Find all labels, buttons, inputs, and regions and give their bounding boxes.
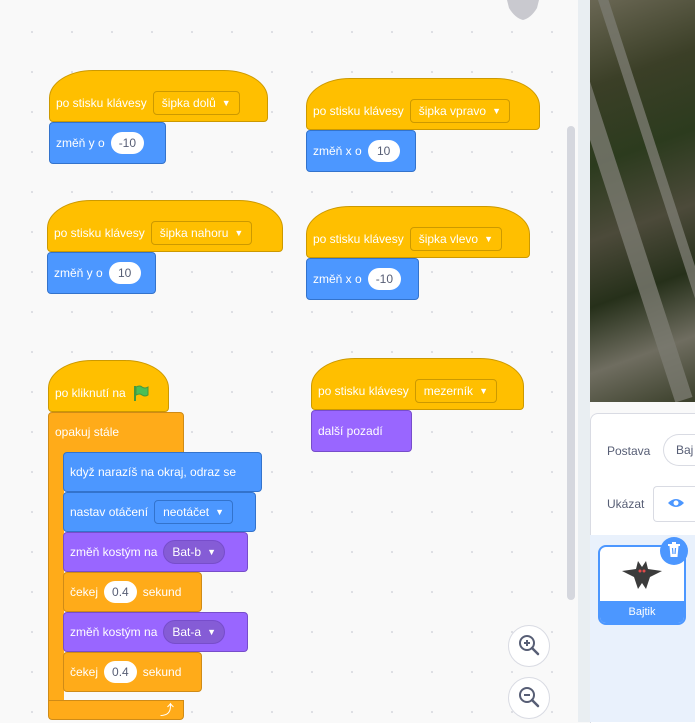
value-input[interactable]: 0.4 — [104, 581, 137, 603]
forever-label: opakuj stále — [55, 425, 120, 439]
key-dropdown-value: šipka nahoru — [159, 226, 229, 240]
hat-label: po stisku klávesy — [313, 232, 404, 246]
costume-dropdown-value: Bat-a — [172, 625, 202, 639]
event-hat-key-right[interactable]: po stisku klávesy šipka vpravo ▼ — [306, 78, 540, 130]
event-hat-green-flag[interactable]: po kliknutí na — [48, 360, 169, 412]
hat-label: po stisku klávesy — [56, 96, 147, 110]
block-label: změň x o — [313, 272, 362, 286]
event-hat-key-down[interactable]: po stisku klávesy šipka dolů ▼ — [49, 70, 268, 122]
key-dropdown-value: šipka vpravo — [418, 104, 487, 118]
sprite-name: Bajtik — [628, 606, 656, 618]
event-hat-key-up[interactable]: po stisku klávesy šipka nahoru ▼ — [47, 200, 283, 252]
value-input[interactable]: -10 — [110, 132, 145, 154]
block-label: čekej — [70, 665, 99, 679]
show-label: Ukázat — [607, 497, 645, 511]
key-dropdown[interactable]: šipka dolů ▼ — [152, 91, 240, 115]
sprite-name-value: Baj — [676, 443, 694, 457]
chevron-down-icon: ▼ — [484, 234, 493, 244]
switch-costume-block[interactable]: změň kostým na Bat-b ▼ — [63, 532, 248, 572]
block-label: nastav otáčení — [70, 505, 149, 519]
delete-sprite-button[interactable] — [660, 537, 688, 565]
switch-costume-block[interactable]: změň kostým na Bat-a ▼ — [63, 612, 248, 652]
value-input[interactable]: 10 — [367, 140, 400, 162]
chevron-down-icon: ▼ — [207, 627, 216, 637]
change-y-block[interactable]: změň y o -10 — [49, 122, 166, 164]
sprite-list: Bajtik — [590, 535, 695, 722]
wait-block[interactable]: čekej 0.4 sekund — [63, 572, 202, 612]
key-dropdown[interactable]: šipka vpravo ▼ — [409, 99, 510, 123]
green-flag-icon — [132, 384, 150, 402]
key-dropdown-value: šipka dolů — [161, 96, 216, 110]
chevron-down-icon: ▼ — [215, 507, 225, 517]
code-workspace[interactable]: po stisku klávesy šipka dolů ▼ změň y o -… — [0, 0, 580, 722]
event-hat-key-space[interactable]: po stisku klávesy mezerník ▼ — [311, 358, 524, 410]
stage-canvas[interactable] — [590, 0, 695, 402]
loop-arrow-icon: ⤴ — [160, 702, 174, 718]
chevron-down-icon: ▼ — [221, 98, 231, 108]
sprite-tile-name-bar: Bajtik — [600, 601, 684, 623]
event-hat-key-left[interactable]: po stisku klávesy šipka vlevo ▼ — [306, 206, 530, 258]
block-label: změň kostým na — [70, 625, 158, 639]
block-label: když narazíš na okraj, odraz se — [70, 465, 237, 479]
panel-divider — [578, 0, 590, 722]
set-rotation-style-block[interactable]: nastav otáčení neotáčet ▼ — [63, 492, 256, 532]
sprite-corner-thumbnail — [503, 0, 543, 22]
chevron-down-icon: ▼ — [234, 228, 244, 238]
bat-sprite-icon — [620, 557, 664, 596]
chevron-down-icon: ▼ — [479, 386, 488, 396]
hat-label: po kliknutí na — [55, 386, 126, 400]
hat-label: po stisku klávesy — [318, 384, 409, 398]
block-label: čekej — [70, 585, 99, 599]
hat-label: po stisku klávesy — [313, 104, 404, 118]
unit-label: sekund — [142, 585, 182, 599]
trash-icon — [667, 541, 681, 561]
block-label: změň y o — [54, 266, 103, 280]
eye-icon — [667, 497, 685, 512]
stage-backdrop-beam — [590, 0, 693, 402]
key-dropdown[interactable]: šipka nahoru ▼ — [150, 221, 253, 245]
forever-arm-side — [48, 452, 64, 702]
costume-dropdown[interactable]: Bat-a ▼ — [163, 620, 225, 644]
value-input[interactable]: 0.4 — [104, 661, 137, 683]
zoom-out-icon — [518, 686, 540, 711]
change-x-block[interactable]: změň x o -10 — [306, 258, 419, 300]
block-label: další pozadí — [318, 424, 383, 438]
zoom-out-button[interactable] — [508, 677, 550, 719]
change-x-block[interactable]: změň x o 10 — [306, 130, 416, 172]
value-input[interactable]: 10 — [108, 262, 141, 284]
chevron-down-icon: ▼ — [492, 106, 501, 116]
key-dropdown[interactable]: šipka vlevo ▼ — [409, 227, 502, 251]
wait-block[interactable]: čekej 0.4 sekund — [63, 652, 202, 692]
show-visible-button[interactable] — [653, 486, 695, 522]
block-label: změň x o — [313, 144, 362, 158]
costume-dropdown-value: Bat-b — [172, 545, 202, 559]
change-y-block[interactable]: změň y o 10 — [47, 252, 156, 294]
key-dropdown-value: mezerník — [423, 384, 474, 398]
zoom-in-icon — [518, 634, 540, 659]
chevron-down-icon: ▼ — [207, 547, 216, 557]
sprite-label: Postava — [607, 444, 651, 458]
block-label: změň kostým na — [70, 545, 158, 559]
hat-label: po stisku klávesy — [54, 226, 145, 240]
value-input[interactable]: -10 — [367, 268, 402, 290]
block-label: změň y o — [56, 136, 105, 150]
key-dropdown[interactable]: mezerník ▼ — [414, 379, 497, 403]
rotation-dropdown[interactable]: neotáčet ▼ — [154, 500, 234, 524]
workspace-scrollbar[interactable] — [567, 126, 575, 600]
key-dropdown-value: šipka vlevo — [418, 232, 479, 246]
zoom-in-button[interactable] — [508, 625, 550, 667]
costume-dropdown[interactable]: Bat-b ▼ — [163, 540, 225, 564]
sprite-name-input[interactable]: Baj — [663, 434, 695, 466]
bounce-on-edge-block[interactable]: když narazíš na okraj, odraz se — [63, 452, 262, 492]
next-backdrop-block[interactable]: další pozadí — [311, 410, 412, 452]
rotation-dropdown-value: neotáčet — [163, 505, 210, 519]
unit-label: sekund — [142, 665, 182, 679]
